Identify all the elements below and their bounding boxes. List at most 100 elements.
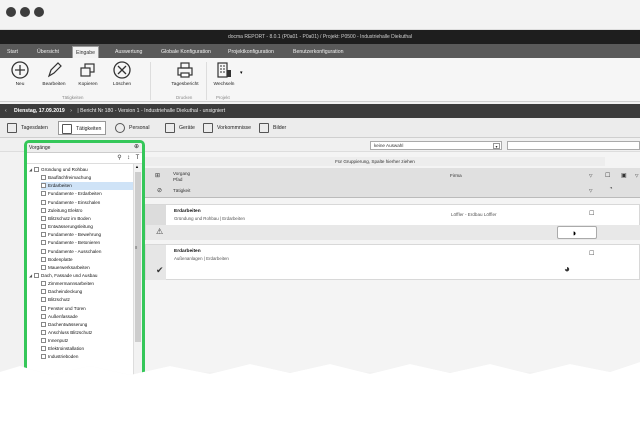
- dropdown-arrow-icon[interactable]: ▾: [493, 143, 500, 149]
- camera-icon[interactable]: ▣: [621, 172, 627, 179]
- tab-tagesdaten[interactable]: Tagesdaten: [4, 121, 52, 135]
- tree-item[interactable]: Innenputz: [41, 337, 133, 345]
- daily-report-print-button[interactable]: Tagesbericht: [168, 60, 202, 94]
- tree-item[interactable]: Fundamente - Einschalen: [41, 199, 133, 207]
- tree-group[interactable]: ◢ Gründung und Rohbau: [29, 166, 133, 174]
- tree-checkbox[interactable]: [41, 199, 46, 205]
- tree-checkbox[interactable]: [41, 321, 46, 327]
- tree-item[interactable]: Bodenplatte: [41, 256, 133, 264]
- menu-tab-benutzerkonfiguration[interactable]: Benutzerkonfiguration: [290, 46, 346, 58]
- menu-tab-eingabe[interactable]: Eingabe: [72, 46, 100, 58]
- activity-row[interactable]: Erdarbeiten Außenanlagen | Erdarbeiten ✔…: [145, 244, 640, 280]
- new-button[interactable]: Neu: [6, 60, 34, 94]
- filter-funnel-icon[interactable]: ▽: [635, 173, 639, 179]
- tree-checkbox[interactable]: [41, 240, 46, 246]
- minimize-window-button[interactable]: [20, 7, 30, 17]
- menu-tab-auswertung[interactable]: Auswertung: [112, 46, 145, 58]
- grid-filter-icon[interactable]: ⊞: [155, 172, 160, 179]
- tree-checkbox[interactable]: [41, 289, 46, 295]
- tree-item[interactable]: Mauerwerksarbeiten: [41, 264, 133, 272]
- tree-item[interactable]: Dacheindeckung: [41, 288, 133, 296]
- tree-item[interactable]: Fundamente - Betonieren: [41, 239, 133, 247]
- tab-personal[interactable]: Personal: [112, 121, 153, 135]
- tree-item[interactable]: Erdarbeiten: [41, 182, 133, 191]
- menu-tab-globale-konfiguration[interactable]: Globale Konfiguration: [158, 46, 214, 58]
- tree-item[interactable]: Blitzschutz im Boden: [41, 215, 133, 223]
- tree-checkbox[interactable]: [41, 191, 46, 197]
- copy-button[interactable]: Kopieren: [74, 60, 102, 94]
- tree-checkbox[interactable]: [41, 207, 46, 213]
- pin-icon[interactable]: ⊕: [134, 144, 139, 151]
- tree-checkbox[interactable]: [41, 248, 46, 254]
- chevron-right-icon[interactable]: ›: [70, 108, 72, 114]
- tab-vorkommnisse[interactable]: Vorkommnisse: [200, 121, 255, 135]
- column-taetigkeit[interactable]: Tätigkeit: [173, 188, 190, 193]
- column-firma[interactable]: Firma: [450, 173, 462, 178]
- tree-item[interactable]: Fundamente - Ausschalen: [41, 248, 133, 256]
- menu-tab-uebersicht[interactable]: Übersicht: [34, 46, 62, 58]
- tree-item[interactable]: Fundamente - Erdarbeiten: [41, 190, 133, 198]
- tree-checkbox[interactable]: [41, 215, 46, 221]
- tree-item[interactable]: Anschluss Blitzschutz: [41, 329, 133, 337]
- current-date[interactable]: Dienstag, 17.09.2019: [14, 108, 65, 114]
- tree-item[interactable]: Entwässerungsleitung: [41, 223, 133, 231]
- tree-checkbox[interactable]: [34, 167, 39, 172]
- tree-checkbox[interactable]: [41, 232, 46, 238]
- chevron-left-icon[interactable]: ‹: [5, 104, 7, 118]
- menu-tab-projektkonfiguration[interactable]: Projektkonfiguration: [225, 46, 277, 58]
- tree-item[interactable]: Zuleitung Elektro: [41, 207, 133, 215]
- comment-checkbox[interactable]: ☐: [589, 249, 594, 259]
- tree-checkbox[interactable]: [34, 272, 39, 278]
- tree-checkbox[interactable]: [41, 305, 46, 311]
- filter-funnel-icon[interactable]: ▽: [589, 173, 593, 179]
- tree-checkbox[interactable]: [41, 313, 46, 319]
- tree-item[interactable]: Dachentwässerung: [41, 321, 133, 329]
- tab-geraete[interactable]: Geräte: [162, 121, 199, 135]
- close-window-button[interactable]: [6, 7, 16, 17]
- tree-item[interactable]: Zimmermannsarbeiten: [41, 280, 133, 288]
- chevron-down-icon[interactable]: ▾: [240, 70, 243, 76]
- scrollbar-thumb[interactable]: [135, 172, 141, 342]
- tree-item[interactable]: Elektroinstallation: [41, 345, 133, 353]
- comment-icon[interactable]: ☐: [605, 172, 610, 179]
- search-icon[interactable]: ⚲: [115, 154, 124, 163]
- activity-row[interactable]: Erdarbeiten Gründung und Rohbau | Erdarb…: [145, 204, 640, 240]
- tab-taetigkeiten[interactable]: Tätigkeiten: [58, 121, 107, 135]
- tree-checkbox[interactable]: [41, 256, 46, 262]
- comment-checkbox[interactable]: ☐: [589, 209, 594, 219]
- filter-funnel-icon[interactable]: ▽: [589, 188, 593, 194]
- tab-bilder[interactable]: Bilder: [256, 121, 290, 135]
- tree-item[interactable]: Fenster und Türen: [41, 305, 133, 313]
- sort-icon[interactable]: ↕: [124, 154, 133, 163]
- search-input[interactable]: [507, 141, 640, 150]
- tree-item[interactable]: Industrieboden: [41, 353, 133, 361]
- vertical-scrollbar[interactable]: ▲ ≡: [133, 164, 142, 375]
- menu-tab-start[interactable]: Start: [4, 46, 21, 58]
- edit-button[interactable]: Bearbeiten: [40, 60, 68, 94]
- tree-checkbox[interactable]: [41, 338, 46, 344]
- delete-button[interactable]: Löschen: [108, 60, 136, 94]
- tree-checkbox[interactable]: [41, 346, 46, 352]
- tree-item[interactable]: Bauflächfreimachung: [41, 174, 133, 182]
- scroll-up-icon[interactable]: ▲: [135, 164, 139, 169]
- tree-checkbox[interactable]: [41, 175, 46, 181]
- column-vorgang[interactable]: Vorgang: [173, 171, 190, 176]
- tree-item[interactable]: Fundamente - Bewehrung: [41, 231, 133, 239]
- column-pfad[interactable]: Pfad: [173, 177, 182, 182]
- text-filter-icon[interactable]: T: [133, 154, 142, 163]
- progress-field[interactable]: ◑: [557, 226, 597, 239]
- tree-item[interactable]: Außenfassade: [41, 313, 133, 321]
- tree-checkbox[interactable]: [41, 297, 46, 303]
- tree-checkbox[interactable]: [41, 354, 46, 360]
- tree-checkbox[interactable]: [41, 264, 46, 270]
- tree-checkbox[interactable]: [41, 281, 46, 287]
- tree-checkbox[interactable]: [41, 183, 46, 189]
- tree-checkbox[interactable]: [41, 224, 46, 230]
- switch-project-button[interactable]: Wechseln: [210, 60, 238, 94]
- scroll-grip-icon[interactable]: ≡: [135, 245, 137, 250]
- maximize-window-button[interactable]: [34, 7, 44, 17]
- filter-select[interactable]: keine Auswahl ▾: [370, 141, 502, 150]
- tree-checkbox[interactable]: [41, 330, 46, 335]
- tree-item[interactable]: Blitzschutz: [41, 296, 133, 304]
- tree-group[interactable]: ◢ Dach, Fassade und Ausbau: [29, 272, 133, 280]
